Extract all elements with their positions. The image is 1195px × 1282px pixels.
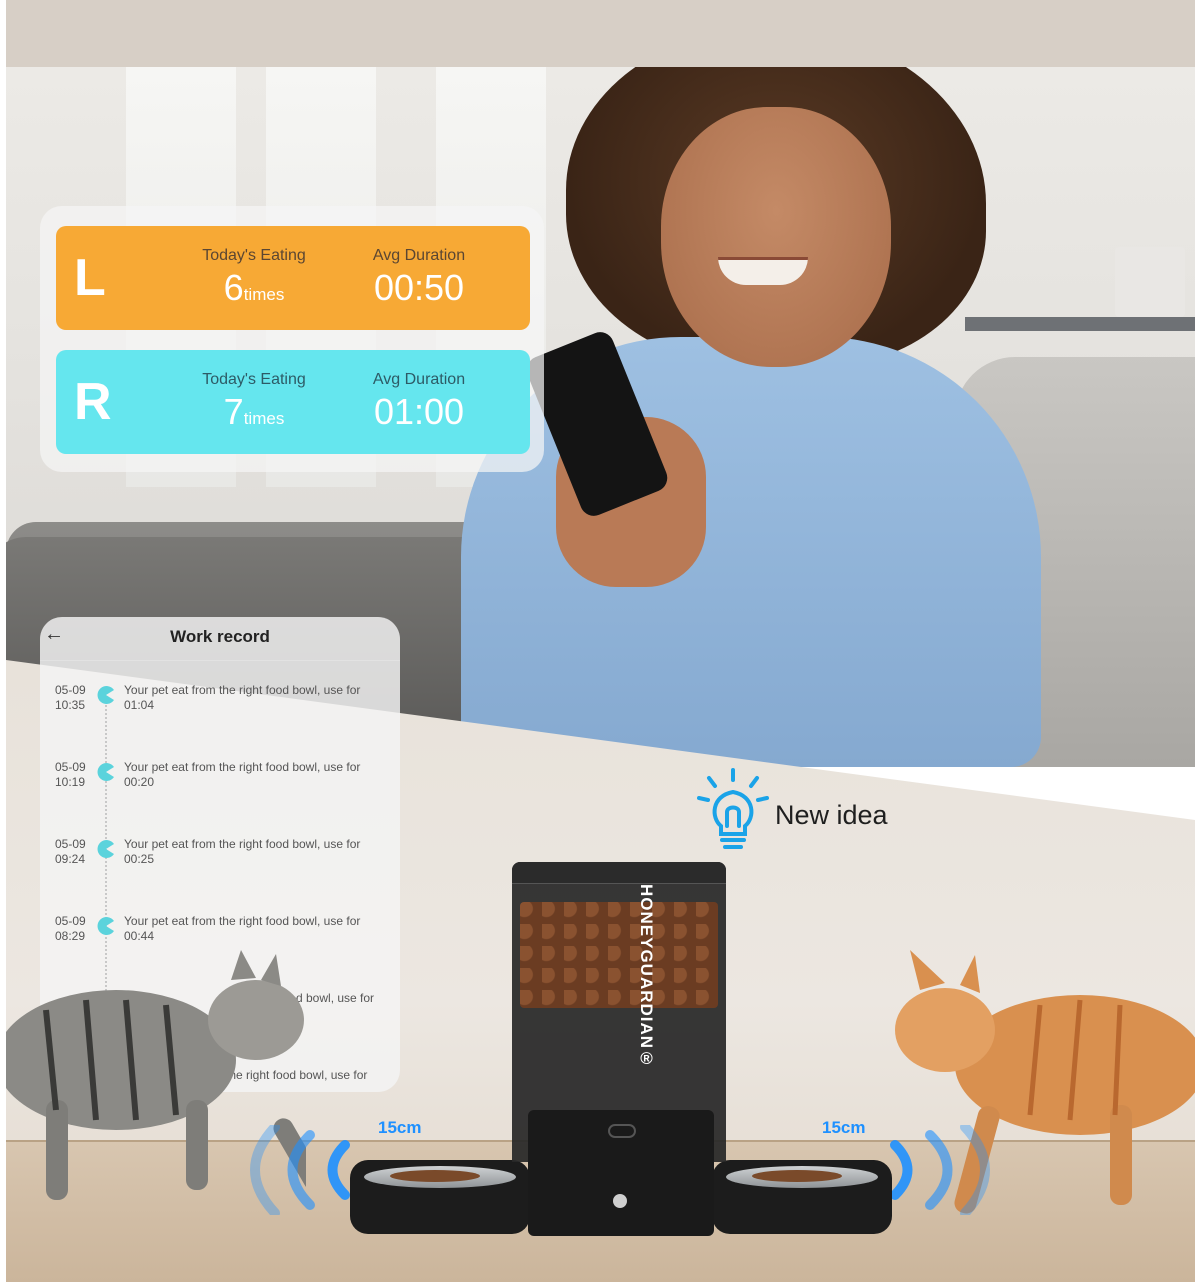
record-text: Your pet eat from the right food bowl, u… — [124, 760, 361, 789]
new-idea-label: New idea — [775, 800, 888, 830]
range-label-left: 15cm — [378, 1118, 422, 1137]
lightbulb-icon — [697, 768, 769, 849]
duration-value: 00:50 — [373, 267, 465, 308]
food-bowl-right — [712, 1160, 892, 1234]
left-bowl-stats: L Today's Eating 6times Avg Duration 00:… — [56, 226, 530, 330]
range-label-right: 15cm — [822, 1118, 866, 1137]
pacman-eat-icon — [97, 917, 114, 935]
pacman-eat-icon — [97, 686, 114, 704]
record-datetime: 05-09 10:35 — [55, 683, 86, 712]
kibble — [520, 902, 718, 1008]
person-smile — [718, 257, 808, 285]
eating-unit: times — [243, 285, 285, 304]
side-letter-left: L — [74, 249, 106, 307]
work-record-header: ← Work record — [40, 617, 400, 661]
record-text: Your pet eat from the right food bowl, u… — [124, 914, 361, 943]
top-band — [6, 0, 1195, 67]
record-item[interactable]: 05-09 10:35 Your pet eat from the right f… — [40, 683, 400, 743]
eating-count: 7times — [223, 391, 285, 432]
avg-duration-left: Avg Duration 00:50 — [344, 246, 494, 310]
avg-duration-right: Avg Duration 01:00 — [344, 370, 494, 434]
eating-label: Today's Eating — [202, 371, 306, 388]
duration-value: 01:00 — [373, 391, 465, 432]
record-item[interactable]: 05-09 09:24 Your pet eat from the right f… — [40, 837, 400, 897]
food-bowl-left — [350, 1160, 530, 1234]
record-datetime: 05-09 08:29 — [55, 914, 86, 943]
shelf-box — [1115, 247, 1185, 317]
duration-label: Avg Duration — [372, 247, 466, 264]
feeder-button[interactable] — [608, 1124, 636, 1138]
page-title: Work record — [170, 627, 270, 646]
person-face — [661, 107, 891, 367]
record-item[interactable]: 05-09 10:19 Your pet eat from the right f… — [40, 760, 400, 820]
shelf — [965, 317, 1195, 331]
duration-label: Avg Duration — [372, 371, 466, 388]
todays-eating-left: Today's Eating 6times — [174, 246, 334, 317]
feeder-base — [528, 1110, 714, 1236]
record-text: Your pet eat from the right food bowl, u… — [124, 683, 361, 712]
eating-stats-card: L Today's Eating 6times Avg Duration 00:… — [40, 206, 544, 472]
paw-logo-icon — [613, 1194, 627, 1208]
record-text: Your pet eat from the right food bowl, u… — [124, 837, 361, 866]
right-bowl-stats: R Today's Eating 7times Avg Duration 01:… — [56, 350, 530, 454]
side-letter-right: R — [74, 373, 112, 431]
record-datetime: 05-09 10:19 — [55, 760, 86, 789]
brand-logo: HONEYGUARDIAN® — [637, 884, 656, 1070]
todays-eating-right: Today's Eating 7times — [174, 370, 334, 441]
pacman-eat-icon — [97, 763, 114, 781]
eating-label: Today's Eating — [202, 247, 306, 264]
eating-unit: times — [243, 409, 285, 428]
hopper-lid — [512, 862, 726, 884]
eating-count: 6times — [223, 267, 285, 308]
record-datetime: 05-09 09:24 — [55, 837, 86, 866]
pacman-eat-icon — [97, 840, 114, 858]
record-text: d bowl, use for — [296, 991, 375, 1005]
